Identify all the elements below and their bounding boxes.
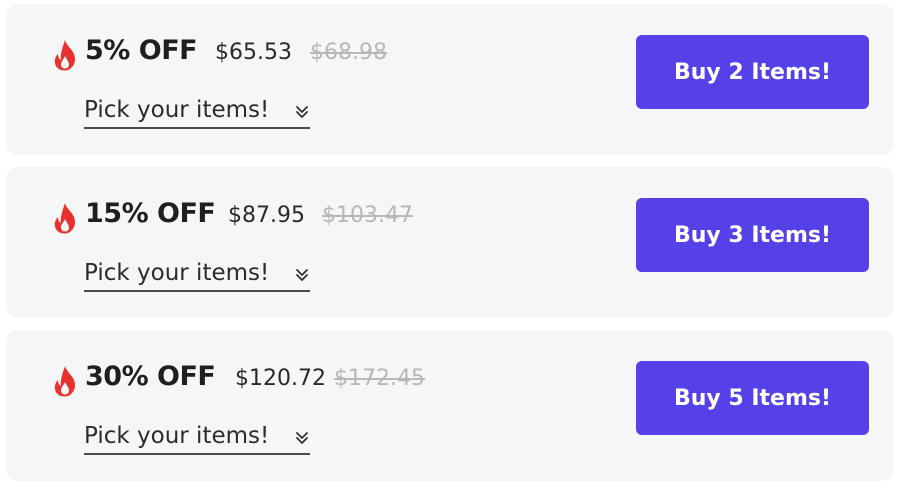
buy-button[interactable]: Buy 2 Items!: [636, 35, 869, 109]
discount-label: 5% OFF: [85, 35, 198, 66]
offer-card: 30% OFF $120.72 $172.45 Pick your items!…: [6, 330, 894, 481]
pick-items-label: Pick your items!: [84, 97, 270, 123]
discount-label: 30% OFF: [85, 361, 216, 392]
sale-price: $120.72: [235, 366, 326, 391]
double-chevron-down-icon: [294, 267, 310, 283]
double-chevron-down-icon: [294, 430, 310, 446]
buy-button[interactable]: Buy 3 Items!: [636, 198, 869, 272]
pick-items-dropdown[interactable]: Pick your items!: [84, 421, 310, 455]
buy-button[interactable]: Buy 5 Items!: [636, 361, 869, 435]
offer-card: 15% OFF $87.95 $103.47 Pick your items! …: [6, 167, 894, 318]
bundle-offers-list: 5% OFF $65.53 $68.98 Pick your items! Bu…: [0, 0, 907, 491]
discount-label: 15% OFF: [85, 198, 216, 229]
offer-card: 5% OFF $65.53 $68.98 Pick your items! Bu…: [6, 4, 894, 155]
fire-icon: [50, 202, 80, 234]
original-price: $172.45: [334, 366, 425, 391]
pick-items-label: Pick your items!: [84, 423, 270, 449]
sale-price: $87.95: [228, 203, 305, 228]
pick-items-dropdown[interactable]: Pick your items!: [84, 95, 310, 129]
pick-items-label: Pick your items!: [84, 260, 270, 286]
original-price: $103.47: [322, 203, 413, 228]
double-chevron-down-icon: [294, 104, 310, 120]
original-price: $68.98: [310, 40, 387, 65]
fire-icon: [50, 39, 80, 71]
fire-icon: [50, 365, 80, 397]
pick-items-dropdown[interactable]: Pick your items!: [84, 258, 310, 292]
sale-price: $65.53: [215, 40, 292, 65]
